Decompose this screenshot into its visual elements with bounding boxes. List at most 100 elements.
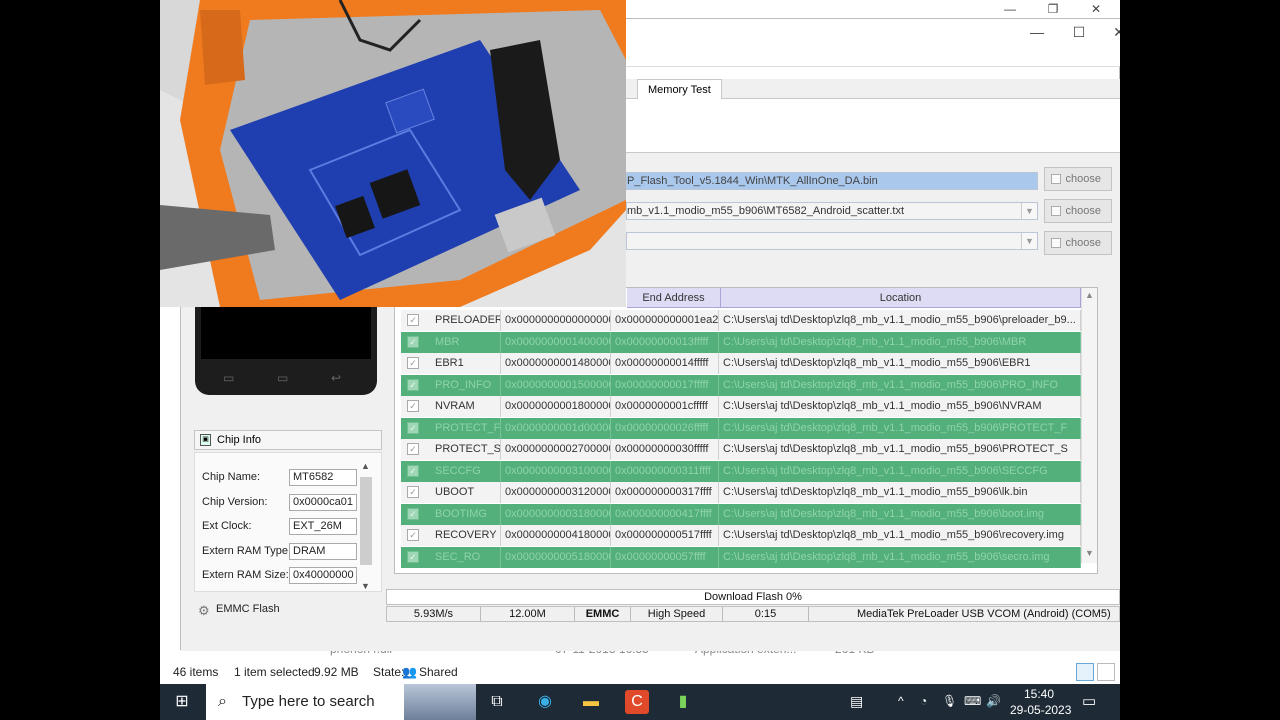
people-icon[interactable]: ◔ [920,694,927,708]
table-row[interactable]: ✓ UBOOT 0x0000000003120000 0x000000000317ff… [401,482,1081,503]
close-icon[interactable]: ✕ [1076,0,1116,18]
search-placeholder: Type here to search [242,693,375,710]
table-row[interactable]: ✓ PRO_INFO 0x0000000001500000 0x00000000017… [401,374,1081,396]
cell-name: PRELOADER [431,310,501,331]
details-view-icon[interactable] [1076,663,1094,681]
status-storage: EMMC [575,607,631,621]
table-scrollbar[interactable]: ▲ ▼ [1081,288,1097,563]
tab-memory-test[interactable]: Memory Test [637,79,722,99]
chip-icon: ▣ [200,434,211,446]
table-row[interactable]: ✓ PROTECT_S 0x0000000002700000 0x0000000003… [401,439,1081,460]
cell-end: 0x000000000311ffff [611,460,719,482]
home-key-icon: ▭ [277,371,289,385]
minimize-icon[interactable]: — [990,0,1030,18]
cell-location: C:\Users\aj td\Desktop\zlq8_mb_v1.1_modi… [719,460,1081,482]
chip-field-label: Ext Clock: [202,520,252,532]
chevron-down-icon[interactable]: ▼ [1085,548,1094,558]
table-row[interactable]: ✓ RECOVERY 0x0000000004180000 0x00000000051… [401,525,1081,546]
status-port: MediaTek PreLoader USB VCOM (Android) (C… [857,608,1111,620]
chevron-down-icon[interactable]: ▼ [1021,203,1037,219]
app-icon[interactable]: C [625,690,649,714]
download-progress-bar: Download Flash 0% [386,589,1120,605]
scrollbar-thumb[interactable] [360,477,372,565]
choose-label: choose [1065,205,1101,217]
microphone-icon[interactable]: 🎙 [942,694,957,708]
status-size: 12.00M [481,607,575,621]
column-header-end-address[interactable]: End Address [627,288,721,308]
chevron-up-icon[interactable]: ^ [898,694,904,708]
row-checkbox[interactable]: ✓ [407,529,419,541]
download-agent-field[interactable]: P_Flash_Tool_v5.1844_Win\MTK_AllInOne_DA… [626,172,1038,190]
edge-browser-icon[interactable]: ◉ [533,690,557,714]
flash-tool-taskbar-icon[interactable]: ▮ [671,690,695,714]
row-checkbox[interactable]: ✓ [407,421,419,434]
cell-location: C:\Users\aj td\Desktop\zlq8_mb_v1.1_modi… [719,439,1081,460]
taskbar-search-box[interactable]: ⌕ Type here to search [206,684,476,720]
close-icon[interactable]: ✕ [1099,23,1120,41]
choose-label: choose [1065,237,1101,249]
scatter-file-field[interactable]: mb_v1.1_modio_m55_b906\MT6582_Android_sc… [626,202,1038,220]
table-row[interactable]: ✓ PRELOADER 0x0000000000000000 0x0000000000… [401,310,1081,331]
chevron-up-icon[interactable]: ▲ [361,461,370,471]
row-checkbox[interactable]: ✓ [407,486,419,498]
choose-scatter-button[interactable]: choose [1044,199,1112,223]
row-checkbox[interactable]: ✓ [407,357,419,369]
table-row[interactable]: ✓ SEC_RO 0x0000000005180000 0x00000000057ff… [401,546,1081,568]
cell-begin: 0x0000000001800000 [501,396,611,417]
row-checkbox[interactable]: ✓ [407,443,419,455]
auth-file-field[interactable]: ▼ [626,232,1038,250]
cell-name: BOOTIMG [431,503,501,525]
windows-start-icon[interactable]: ⊞ [170,690,194,714]
row-checkbox[interactable]: ✓ [407,507,419,520]
clock-time[interactable]: 15:40 [1024,687,1054,701]
chevron-up-icon[interactable]: ▲ [1085,290,1094,300]
minimize-icon[interactable]: — [1017,23,1057,41]
table-row[interactable]: ✓ NVRAM 0x0000000001800000 0x0000000001cfff… [401,396,1081,417]
table-row[interactable]: ✓ PROTECT_F 0x0000000001d00000 0x0000000002… [401,417,1081,439]
shared-icon: 👥 [402,665,417,679]
restore-icon[interactable]: ❐ [1033,0,1073,18]
row-checkbox[interactable]: ✓ [407,464,419,477]
row-checkbox[interactable]: ✓ [407,378,419,391]
chevron-down-icon[interactable]: ▼ [361,581,370,591]
network-icon[interactable]: ⌨ [964,694,981,708]
table-row[interactable]: ✓ BOOTIMG 0x0000000003180000 0x000000000417… [401,503,1081,525]
cell-location: C:\Users\aj td\Desktop\zlq8_mb_v1.1_modi… [719,525,1081,546]
file-explorer-icon[interactable]: ▬ [579,690,603,714]
circuit-board-photo [160,0,626,307]
cell-location: C:\Users\aj td\Desktop\zlq8_mb_v1.1_modi… [719,353,1081,374]
table-row[interactable]: ✓ SECCFG 0x0000000003100000 0x000000000311f… [401,460,1081,482]
chip-field-value[interactable]: MT6582 [289,469,357,486]
task-view-icon[interactable]: ⧉ [485,690,509,714]
chip-info-scrollbar[interactable]: ▲ ▼ [359,461,373,591]
chip-info-header[interactable]: ▣ Chip Info [194,430,382,450]
volume-icon[interactable]: 🔊 [986,694,1001,708]
choose-auth-button[interactable]: choose [1044,231,1112,255]
column-header-location[interactable]: Location [721,288,1081,308]
row-checkbox[interactable]: ✓ [407,314,419,326]
chip-field-value[interactable]: DRAM [289,542,357,560]
clock-date[interactable]: 29-05-2023 [1010,703,1071,717]
download-progress-label: Download Flash 0% [704,591,802,603]
row-checkbox[interactable]: ✓ [407,335,419,348]
emmc-flash-section[interactable]: ⚙ EMMC Flash [194,599,382,619]
chip-field-value[interactable]: 0x40000000 [289,567,357,584]
chevron-down-icon[interactable]: ▼ [1021,233,1037,249]
row-checkbox[interactable]: ✓ [407,550,419,563]
tiles-view-icon[interactable] [1097,663,1115,681]
news-icon[interactable]: ▤ [850,693,863,710]
taskbar: ⊞ ⌕ Type here to search ⧉ ◉ ▬ C ▮ ▤ ^ ◔ … [160,684,1120,720]
chip-info-title: Chip Info [217,434,262,446]
maximize-icon[interactable]: ☐ [1059,23,1099,41]
search-icon: ⌕ [218,693,227,710]
notifications-icon[interactable]: ▭ [1082,692,1096,710]
row-checkbox[interactable]: ✓ [407,400,419,412]
cell-name: MBR [431,331,501,353]
cell-end: 0x000000000417ffff [611,503,719,525]
table-row[interactable]: ✓ EBR1 0x0000000001480000 0x00000000014ffff… [401,353,1081,374]
chip-field-value[interactable]: 0x0000ca01 [289,493,357,511]
chip-field-value[interactable]: EXT_26M [289,518,357,535]
table-row[interactable]: ✓ MBR 0x0000000001400000 0x00000000013fffff… [401,331,1081,353]
choose-da-button[interactable]: choose [1044,167,1112,191]
checkbox-icon [1051,206,1061,216]
